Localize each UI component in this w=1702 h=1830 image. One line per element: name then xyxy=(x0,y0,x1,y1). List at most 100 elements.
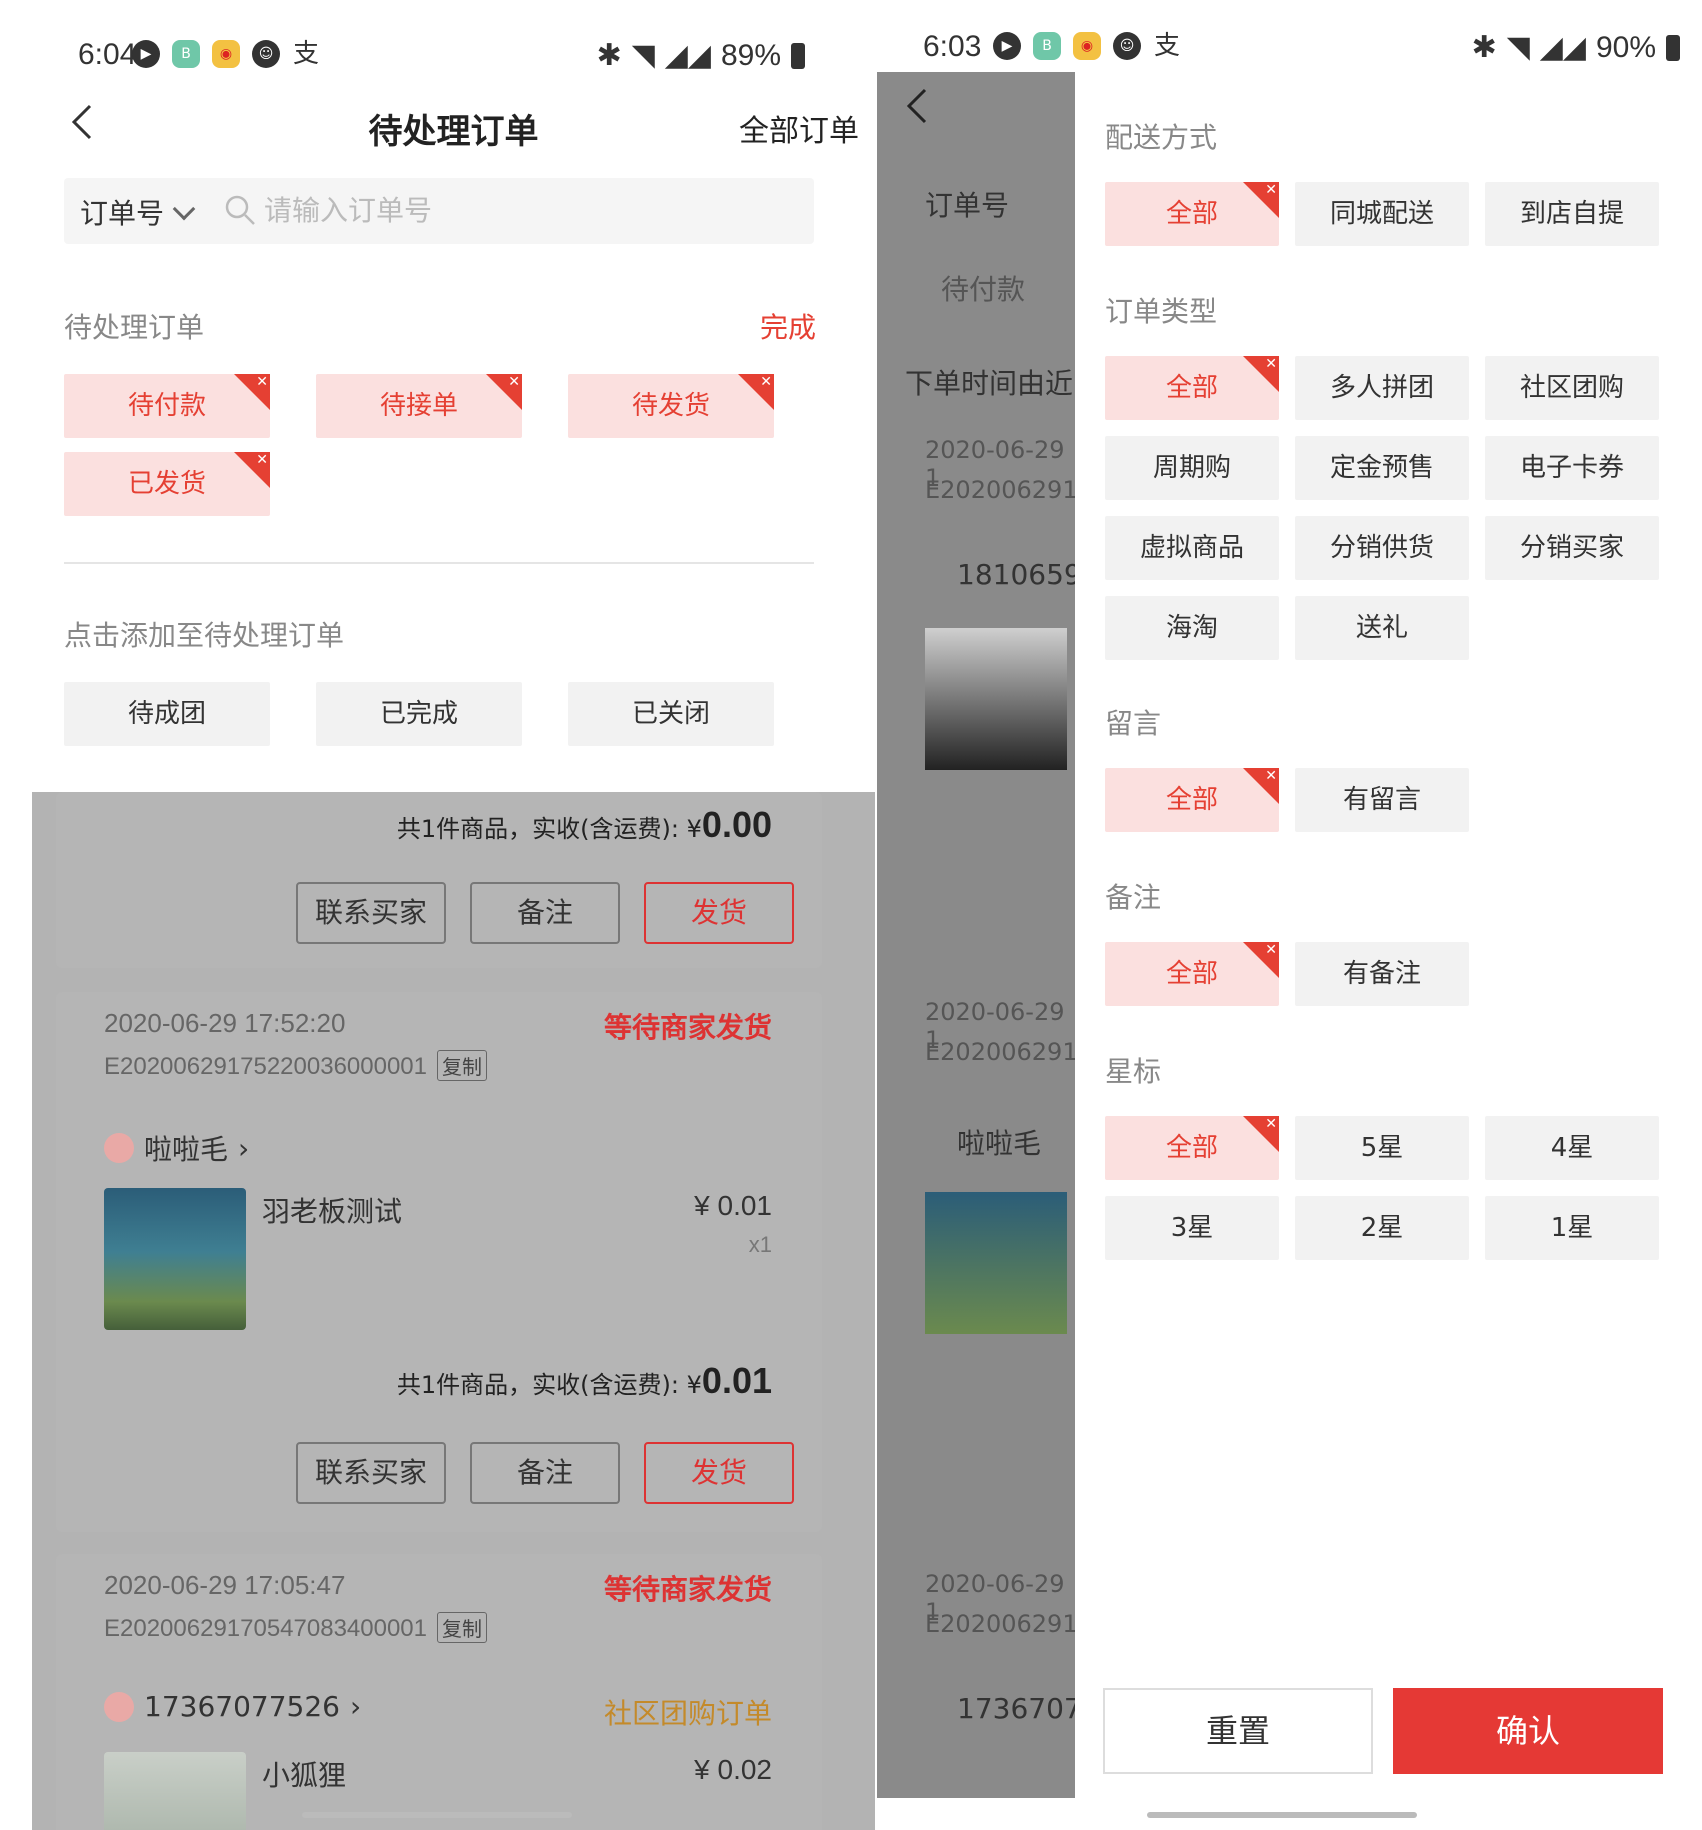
star-option[interactable]: 5星 xyxy=(1295,1116,1469,1180)
remove-icon[interactable] xyxy=(1243,1116,1279,1152)
all-orders-link[interactable]: 全部订单 xyxy=(739,106,859,150)
smile-icon: ☺ xyxy=(252,40,280,68)
reset-button[interactable]: 重置 xyxy=(1103,1688,1373,1774)
remove-icon[interactable] xyxy=(1243,942,1279,978)
contact-buyer-button[interactable]: 联系买家 xyxy=(296,1442,446,1504)
pending-chip-shipped[interactable]: 已发货 xyxy=(64,452,270,516)
remark-button[interactable]: 备注 xyxy=(470,882,620,944)
star-option[interactable]: 4星 xyxy=(1485,1116,1659,1180)
order-card: 2020-06-29 17:05:47 等待商家发货 E202006291705… xyxy=(56,1554,822,1830)
contact-buyer-button[interactable]: 联系买家 xyxy=(296,882,446,944)
buyer-link[interactable]: 啦啦毛 › xyxy=(104,1128,249,1168)
add-chip-completed[interactable]: 已完成 xyxy=(316,682,522,746)
play-icon: ▶ xyxy=(993,32,1021,60)
wifi-icon: ◥ xyxy=(631,39,655,72)
confirm-button[interactable]: 确认 xyxy=(1393,1688,1663,1774)
chevron-down-icon xyxy=(172,197,196,221)
remark-option-has[interactable]: 有备注 xyxy=(1295,942,1469,1006)
play-icon: ▶ xyxy=(132,40,160,68)
order-type-option[interactable]: 分销买家 xyxy=(1485,516,1659,580)
remove-icon[interactable] xyxy=(234,452,270,488)
signal-icon: ◢◢ xyxy=(664,39,711,72)
remark-button[interactable]: 备注 xyxy=(470,1442,620,1504)
order-type-title: 订单类型 xyxy=(1105,295,1218,328)
left-screen: 6:04 ▶ B ◉ ☺ 支 ✱ ◥ ◢◢ 89% 待处理订单 全部订单 订单号… xyxy=(32,0,875,1830)
buyer-link[interactable]: 17367077526 › xyxy=(104,1690,361,1723)
search-type-select[interactable]: 订单号 xyxy=(80,192,196,232)
chip-label: 全部 xyxy=(1165,1133,1218,1163)
add-chip-closed[interactable]: 已关闭 xyxy=(568,682,774,746)
order-total: 共1件商品，实收(含运费): ¥0.01 xyxy=(397,1360,772,1402)
remove-icon[interactable] xyxy=(1243,356,1279,392)
nav-bar: 待处理订单 全部订单 xyxy=(32,90,875,160)
background-page-overlay: 订单号 待付款 下单时间由近 2020-06-29 1 E202006291 1… xyxy=(877,72,1082,1798)
star-option[interactable]: 2星 xyxy=(1295,1196,1469,1260)
add-chip-group-pending[interactable]: 待成团 xyxy=(64,682,270,746)
copy-button[interactable]: 复制 xyxy=(437,1050,488,1081)
remark-option-all[interactable]: 全部 xyxy=(1105,942,1279,1006)
buyer-name: 啦啦毛 xyxy=(144,1133,229,1166)
message-option-all[interactable]: 全部 xyxy=(1105,768,1279,832)
remove-icon[interactable] xyxy=(1243,182,1279,218)
home-indicator xyxy=(1147,1812,1417,1818)
order-type-option-all[interactable]: 全部 xyxy=(1105,356,1279,420)
message-title: 留言 xyxy=(1105,707,1162,740)
star-option-all[interactable]: 全部 xyxy=(1105,1116,1279,1180)
pending-chip-to-ship[interactable]: 待发货 xyxy=(568,374,774,438)
status-right: ✱ ◥ ◢◢ 89% xyxy=(597,38,805,73)
order-type-option[interactable]: 送礼 xyxy=(1295,596,1469,660)
star-option[interactable]: 1星 xyxy=(1485,1196,1659,1260)
product-price: ¥ 0.02 xyxy=(694,1754,772,1785)
chevron-right-icon: › xyxy=(349,1690,362,1723)
order-type-option[interactable]: 社区团购 xyxy=(1485,356,1659,420)
chip-label: 全部 xyxy=(1165,785,1218,815)
avatar xyxy=(104,1133,134,1163)
order-number: E20200629175220036000001 复制 xyxy=(104,1050,488,1081)
order-status: 等待商家发货 xyxy=(603,1573,772,1606)
remove-icon[interactable] xyxy=(1243,768,1279,804)
status-time: 6:03 xyxy=(923,30,982,63)
order-type-option[interactable]: 定金预售 xyxy=(1295,436,1469,500)
back-arrow-icon[interactable] xyxy=(899,86,939,126)
delivery-option-pickup[interactable]: 到店自提 xyxy=(1485,182,1659,246)
order-type-option[interactable]: 海淘 xyxy=(1105,596,1279,660)
order-no-search-input[interactable] xyxy=(264,188,784,232)
bg-sort: 下单时间由近 xyxy=(905,367,1074,400)
order-type-option[interactable]: 多人拼团 xyxy=(1295,356,1469,420)
order-type-option[interactable]: 电子卡券 xyxy=(1485,436,1659,500)
ship-button[interactable]: 发货 xyxy=(644,882,794,944)
done-link[interactable]: 完成 xyxy=(760,306,816,346)
pending-chip-unpaid[interactable]: 待付款 xyxy=(64,374,270,438)
order-type-option[interactable]: 周期购 xyxy=(1105,436,1279,500)
order-type-option[interactable]: 虚拟商品 xyxy=(1105,516,1279,580)
delivery-option-all[interactable]: 全部 xyxy=(1105,182,1279,246)
right-screen: 6:03 ▶ B ◉ ☺ 支 ✱ ◥ ◢◢ 90% 订单号 待付款 下单时间由近… xyxy=(877,0,1702,1830)
boss-app-icon: B xyxy=(1033,32,1061,60)
battery-level: 90% xyxy=(1595,30,1656,64)
ship-button[interactable]: 发货 xyxy=(644,1442,794,1504)
order-date: 2020-06-29 17:05:47 xyxy=(104,1570,346,1600)
order-no-text: E20200629170547083400001 xyxy=(104,1615,428,1642)
product-price: ¥ 0.01 xyxy=(694,1190,772,1221)
order-type-option[interactable]: 分销供货 xyxy=(1295,516,1469,580)
message-option-has[interactable]: 有留言 xyxy=(1295,768,1469,832)
bg-tab: 待付款 xyxy=(941,273,1026,306)
product-name: 羽老板测试 xyxy=(262,1195,403,1228)
status-time: 6:04 xyxy=(78,38,137,71)
product-thumbnail xyxy=(104,1188,246,1330)
weibo-icon: ◉ xyxy=(1073,32,1101,60)
chip-label: 待付款 xyxy=(127,391,206,421)
order-number: E20200629170547083400001 复制 xyxy=(104,1612,488,1643)
remove-icon[interactable] xyxy=(738,374,774,410)
remove-icon[interactable] xyxy=(486,374,522,410)
remove-icon[interactable] xyxy=(234,374,270,410)
product-qty: x1 xyxy=(748,1232,772,1257)
delivery-option-local[interactable]: 同城配送 xyxy=(1295,182,1469,246)
copy-button[interactable]: 复制 xyxy=(437,1612,488,1643)
star-option[interactable]: 3星 xyxy=(1105,1196,1279,1260)
bluetooth-icon: ✱ xyxy=(596,39,622,72)
alipay-icon: 支 xyxy=(1153,31,1180,61)
delivery-title: 配送方式 xyxy=(1105,121,1218,154)
pending-chip-to-accept[interactable]: 待接单 xyxy=(316,374,522,438)
order-status: 等待商家发货 xyxy=(603,1011,772,1044)
